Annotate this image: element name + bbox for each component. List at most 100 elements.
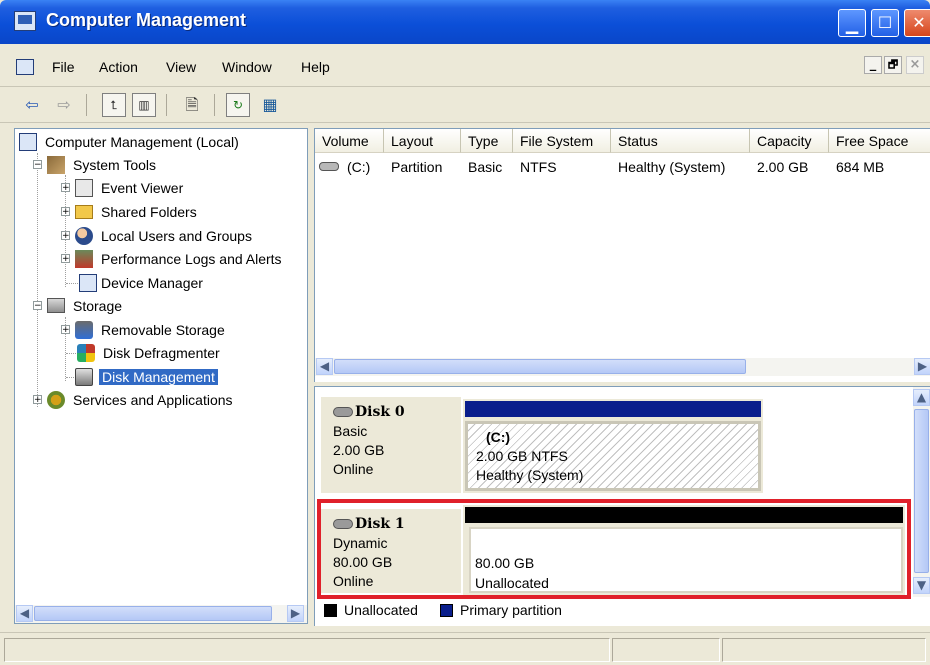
removable-storage-icon [75,321,93,339]
export-list-icon[interactable]: ▦ [258,93,282,117]
expand-toggle-icon[interactable]: + [61,325,70,335]
close-button[interactable]: ✕ [904,9,930,37]
properties-icon[interactable]: 🗎 [180,93,204,117]
legend-swatch-unallocated [324,604,337,617]
cell-type: Basic [468,159,503,175]
cell-status: Healthy (System) [618,159,726,175]
menu-view[interactable]: View [166,59,196,75]
maximize-button[interactable]: ☐ [871,9,899,37]
disk-vertical-scrollbar[interactable]: ▲ ▼ [913,387,930,597]
status-pane [4,638,610,662]
toolbar-separator [86,94,87,116]
list-horizontal-scrollbar[interactable]: ◀ ▶ [315,358,930,376]
console-tree[interactable]: Computer Management (Local) − System Too… [14,128,308,624]
menu-bar [0,50,930,87]
expand-toggle-icon[interactable]: + [61,231,70,241]
column-header-capacity[interactable]: Capacity [750,129,829,153]
cell-capacity: 2.00 GB [757,159,809,175]
scroll-right-icon[interactable]: ▶ [287,605,304,622]
disk-view[interactable]: Disk 0 Basic 2.00 GB Online (C:) 2.00 GB… [314,386,930,626]
show-hide-tree-icon[interactable]: ▥ [132,93,156,117]
mdi-close-button[interactable]: × [906,56,924,74]
tree-item-disk-management[interactable]: Disk Management [75,366,218,388]
cell-free-space: 684 MB [836,159,885,175]
scrollbar-thumb[interactable] [34,606,272,621]
device-manager-icon [79,274,97,292]
legend-label-primary: Primary partition [460,602,562,618]
toolbar-separator [214,94,215,116]
legend: Unallocated Primary partition [316,600,914,622]
tree-item-system-tools[interactable]: System Tools [47,154,156,176]
mdi-minimize-button[interactable]: _ [864,56,882,74]
disk-1-highlight-box [317,499,911,599]
scroll-up-icon[interactable]: ▲ [913,389,930,406]
status-pane [722,638,926,662]
expand-toggle-icon[interactable]: + [61,254,70,264]
tree-root[interactable]: Computer Management (Local) [19,131,239,153]
expand-toggle-icon[interactable]: + [61,183,70,193]
tree-item-performance-logs[interactable]: Performance Logs and Alerts [75,248,282,270]
tree-item-device-manager[interactable]: Device Manager [79,272,203,294]
scroll-left-icon[interactable]: ◀ [316,358,333,375]
column-header-status[interactable]: Status [611,129,750,153]
cell-file-system: NTFS [520,159,557,175]
collapse-toggle-icon[interactable]: − [33,301,42,311]
computer-management-icon[interactable] [14,11,36,31]
system-menu-icon[interactable] [16,59,34,75]
system-tools-icon [47,156,65,174]
toolbar-separator [166,94,167,116]
mdi-restore-button[interactable]: 🗗 [884,56,902,74]
tree-connector [66,283,78,284]
menu-window[interactable]: Window [222,59,272,75]
disk-0-partition-area: (C:) 2.00 GB NTFS Healthy (System) [463,399,763,493]
column-header-type[interactable]: Type [461,129,513,153]
scroll-down-icon[interactable]: ▼ [913,577,930,594]
disk-management-icon [75,368,93,386]
up-one-level-icon[interactable]: ⮤ [102,93,126,117]
column-header-layout[interactable]: Layout [384,129,461,153]
collapse-toggle-icon[interactable]: − [33,160,42,170]
volume-drive-icon [319,162,339,171]
column-header-file-system[interactable]: File System [513,129,611,153]
tree-item-disk-defragmenter[interactable]: Disk Defragmenter [77,342,220,364]
minimize-button[interactable]: ▁ [838,9,866,37]
column-header-free-space[interactable]: Free Space [829,129,930,153]
tree-item-storage[interactable]: Storage [47,295,122,317]
primary-partition-bar [465,401,761,417]
disk-icon [333,407,353,418]
expand-toggle-icon[interactable]: + [61,207,70,217]
scroll-right-icon[interactable]: ▶ [914,358,930,375]
menu-file[interactable]: File [52,59,75,75]
tree-item-services-and-applications[interactable]: Services and Applications [47,389,233,411]
scroll-left-icon[interactable]: ◀ [16,605,33,622]
tree-horizontal-scrollbar[interactable]: ◀ ▶ [15,605,307,623]
cell-volume: (C:) [347,159,371,175]
storage-icon [47,298,65,313]
tree-item-local-users-and-groups[interactable]: Local Users and Groups [75,225,252,247]
tree-item-removable-storage[interactable]: Removable Storage [75,319,225,341]
partition-c[interactable]: (C:) 2.00 GB NTFS Healthy (System) [465,421,761,491]
volume-list[interactable]: Volume Layout Type File System Status Ca… [314,128,930,382]
menu-action[interactable]: Action [99,59,138,75]
title-bar[interactable]: Computer Management ▁ ☐ ✕ [0,0,930,44]
disk-defragmenter-icon [77,344,95,362]
expand-toggle-icon[interactable]: + [33,395,42,405]
performance-logs-icon [75,250,93,268]
back-arrow-icon[interactable]: ⇦ [20,93,44,117]
users-icon [75,227,93,245]
computer-icon [19,133,37,151]
disk-0-info[interactable]: Disk 0 Basic 2.00 GB Online [321,397,461,493]
tree-item-event-viewer[interactable]: Event Viewer [75,177,183,199]
column-header-volume[interactable]: Volume [315,129,384,153]
status-pane [612,638,720,662]
tree-item-shared-folders[interactable]: Shared Folders [75,201,197,223]
menu-help[interactable]: Help [301,59,330,75]
cell-layout: Partition [391,159,443,175]
forward-arrow-icon[interactable]: ⇨ [52,93,76,117]
tree-connector [37,153,38,407]
scrollbar-thumb[interactable] [334,359,746,374]
scrollbar-thumb[interactable] [914,409,929,573]
window-title: Computer Management [46,10,247,30]
refresh-icon[interactable]: ↻ [226,93,250,117]
event-viewer-icon [75,179,93,197]
